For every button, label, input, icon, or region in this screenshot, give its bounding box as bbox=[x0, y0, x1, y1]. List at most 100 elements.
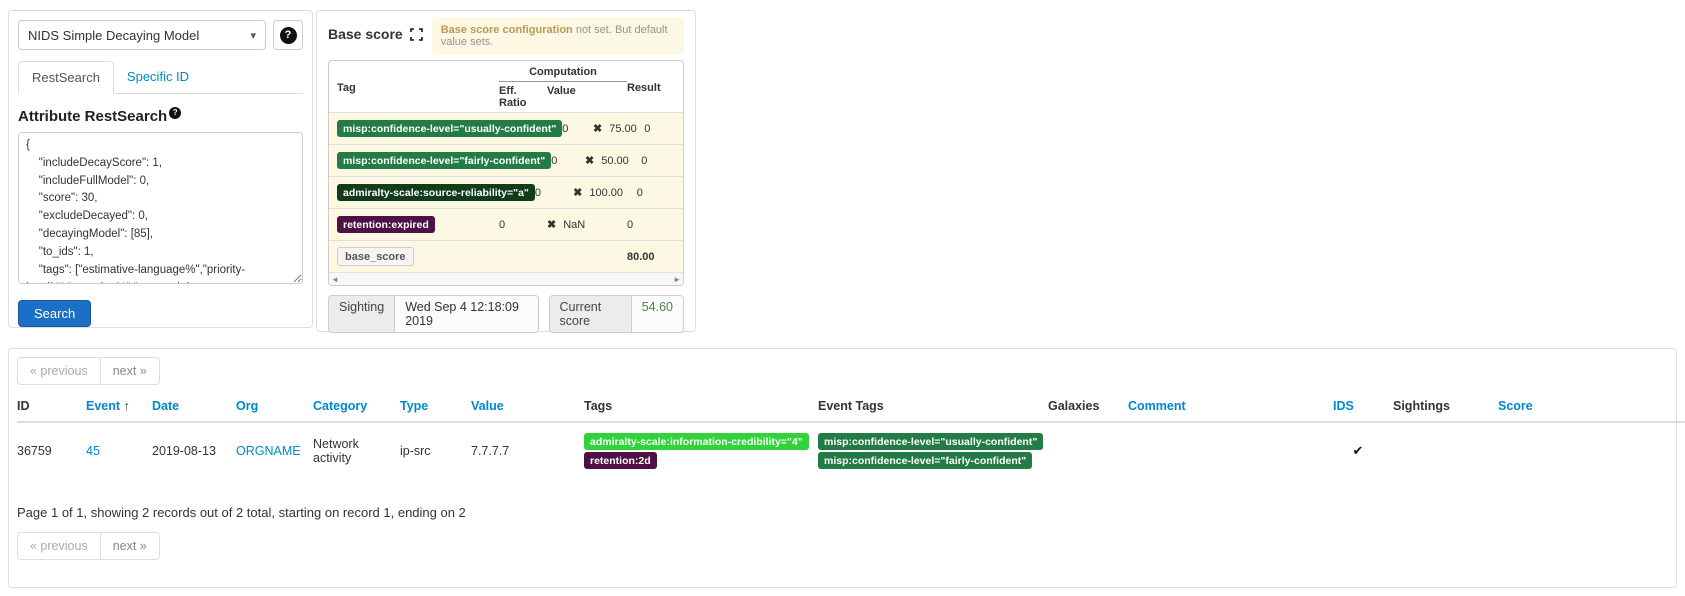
pagination-summary: Page 1 of 1, showing 2 records out of 2 … bbox=[17, 505, 1668, 520]
attributes-table: IDEvent ↑DateOrgCategoryTypeValueTagsEve… bbox=[17, 393, 1685, 479]
col-header-eff-ratio: Eff. Ratio bbox=[499, 85, 547, 109]
column-header-label: Value bbox=[471, 399, 504, 413]
cell-value: 7.7.7.7 bbox=[471, 422, 584, 479]
base-score-row-tag: admiralty-scale:source-reliability="a" bbox=[337, 184, 535, 201]
pagination-bottom: « previous next » bbox=[17, 532, 160, 560]
value-number: 75.00 bbox=[609, 123, 637, 135]
decay-score-chart[interactable] bbox=[700, 10, 1685, 342]
column-header-label: Date bbox=[152, 399, 179, 413]
column-header-label: Tags bbox=[584, 399, 612, 413]
column-header-date[interactable]: Date bbox=[152, 393, 236, 422]
col-header-result: Result bbox=[627, 66, 675, 109]
column-header-label: Event bbox=[86, 399, 120, 413]
scroll-left-icon[interactable]: ◄ bbox=[331, 275, 339, 284]
previous-page-button[interactable]: « previous bbox=[17, 532, 101, 560]
scroll-right-icon[interactable]: ► bbox=[673, 275, 681, 284]
column-header-label: Org bbox=[236, 399, 258, 413]
sighting-label: Sighting bbox=[329, 296, 395, 332]
next-page-button[interactable]: next » bbox=[100, 357, 160, 385]
result-value: 0 bbox=[641, 155, 675, 167]
model-config-panel: NIDS Simple Decaying Model ▾ ? RestSearc… bbox=[8, 10, 313, 328]
computation-value: ✖100.00 bbox=[573, 186, 637, 199]
eff-ratio-value: 0 bbox=[551, 155, 585, 167]
column-header-label: IDS bbox=[1333, 399, 1354, 413]
cell-date: 2019-08-13 bbox=[152, 422, 236, 479]
base-score-row-tag: misp:confidence-level="usually-confident… bbox=[337, 120, 562, 137]
question-icon: ? bbox=[169, 107, 181, 119]
column-header-type[interactable]: Type bbox=[400, 393, 471, 422]
base-score-row: misp:confidence-level="usually-confident… bbox=[329, 112, 683, 144]
base-score-row-tag: retention:expired bbox=[337, 216, 499, 233]
cell-type: ip-src bbox=[400, 422, 471, 479]
horizontal-scrollbar[interactable]: ◄ ► bbox=[329, 272, 683, 285]
base-score-panel: Base score Base score configuration not … bbox=[316, 10, 696, 332]
tab-restsearch[interactable]: RestSearch bbox=[18, 61, 114, 94]
base-score-rows: misp:confidence-level="usually-confident… bbox=[329, 112, 683, 272]
column-header-label: Sightings bbox=[1393, 399, 1450, 413]
table-row: 3675945 2019-08-13ORGNAME Network activity… bbox=[17, 422, 1685, 479]
multiply-icon: ✖ bbox=[547, 219, 556, 231]
base-score-chip: base_score bbox=[337, 247, 414, 266]
expand-icon[interactable] bbox=[410, 28, 423, 41]
tag-badge[interactable]: misp:confidence-level="usually-confident… bbox=[337, 120, 562, 137]
tag-badge[interactable]: retention:2d bbox=[584, 452, 657, 469]
base-score-title-text: Base score bbox=[328, 26, 403, 42]
cell-comment bbox=[1128, 422, 1333, 479]
col-header-tag: Tag bbox=[337, 66, 499, 109]
select-caret-icon: ▾ bbox=[250, 29, 256, 42]
search-button[interactable]: Search bbox=[18, 300, 91, 327]
multiply-icon: ✖ bbox=[593, 123, 602, 135]
base-score-row: admiralty-scale:source-reliability="a"0✖… bbox=[329, 176, 683, 208]
model-select-value: NIDS Simple Decaying Model bbox=[28, 28, 199, 43]
eff-ratio-value: 0 bbox=[535, 187, 573, 199]
computation-value: ✖50.00 bbox=[585, 154, 641, 167]
result-value: 0 bbox=[637, 187, 675, 199]
tag-badge[interactable]: admiralty-scale:information-credibility=… bbox=[584, 433, 809, 450]
restsearch-body-input[interactable]: { "includeDecayScore": 1, "includeFullMo… bbox=[18, 132, 303, 284]
column-header-label: Galaxies bbox=[1048, 399, 1099, 413]
column-header-value[interactable]: Value bbox=[471, 393, 584, 422]
restsearch-heading-text: Attribute RestSearch bbox=[18, 108, 167, 125]
cell-sightings bbox=[1393, 422, 1498, 479]
cell-org: ORGNAME bbox=[236, 422, 313, 479]
column-header-ids[interactable]: IDS bbox=[1333, 393, 1393, 422]
cell-tags: admiralty-scale:information-credibility=… bbox=[584, 422, 818, 479]
column-header-category[interactable]: Category bbox=[313, 393, 400, 422]
tag-badge[interactable]: misp:confidence-level="usually-confident… bbox=[818, 433, 1043, 450]
base-score-row: retention:expired0✖NaN0 bbox=[329, 208, 683, 240]
sighting-value: Wed Sep 4 12:18:09 2019 bbox=[395, 296, 537, 332]
computation-value: ✖ 75.00 bbox=[593, 122, 644, 135]
column-header-event[interactable]: Event ↑ bbox=[86, 393, 152, 422]
column-header-sightings: Sightings bbox=[1393, 393, 1498, 422]
next-page-button[interactable]: next » bbox=[100, 532, 160, 560]
tab-specific-id[interactable]: Specific ID bbox=[114, 61, 202, 93]
multiply-icon: ✖ bbox=[573, 187, 582, 199]
org-link[interactable]: ORGNAME bbox=[236, 444, 301, 458]
tag-badge[interactable]: misp:confidence-level="fairly-confident" bbox=[337, 152, 551, 169]
cell-id: 36759 bbox=[17, 422, 86, 479]
cell-category: Network activity bbox=[313, 422, 400, 479]
model-select[interactable]: NIDS Simple Decaying Model ▾ bbox=[18, 20, 266, 50]
tag-badge[interactable]: retention:expired bbox=[337, 216, 435, 233]
attributes-table-header: IDEvent ↑DateOrgCategoryTypeValueTagsEve… bbox=[17, 393, 1685, 422]
sighting-row: Sighting Wed Sep 4 12:18:09 2019 Current… bbox=[328, 295, 684, 333]
result-value: 0 bbox=[627, 219, 675, 231]
model-help-button[interactable]: ? bbox=[273, 20, 303, 50]
column-header-event_tags: Event Tags bbox=[818, 393, 1048, 422]
event-link[interactable]: 45 bbox=[86, 444, 100, 458]
value-number: NaN bbox=[563, 219, 585, 231]
base-score-row-tag: misp:confidence-level="fairly-confident" bbox=[337, 152, 551, 169]
column-header-comment[interactable]: Comment bbox=[1128, 393, 1333, 422]
column-header-label: Comment bbox=[1128, 399, 1186, 413]
column-header-tags: Tags bbox=[584, 393, 818, 422]
base-score-total-label-cell: base_score bbox=[337, 247, 499, 266]
column-header-org[interactable]: Org bbox=[236, 393, 313, 422]
tag-badge[interactable]: misp:confidence-level="fairly-confident" bbox=[818, 452, 1032, 469]
column-header-score[interactable]: Score bbox=[1498, 393, 1685, 422]
col-header-computation-group: Computation Eff. Ratio Value bbox=[499, 66, 627, 109]
base-score-total-row: base_score80.00 bbox=[329, 240, 683, 272]
base-score-table-head: Tag Computation Eff. Ratio Value Result bbox=[329, 61, 683, 112]
previous-page-button[interactable]: « previous bbox=[17, 357, 101, 385]
question-icon: ? bbox=[280, 27, 297, 44]
tag-badge[interactable]: admiralty-scale:source-reliability="a" bbox=[337, 184, 535, 201]
